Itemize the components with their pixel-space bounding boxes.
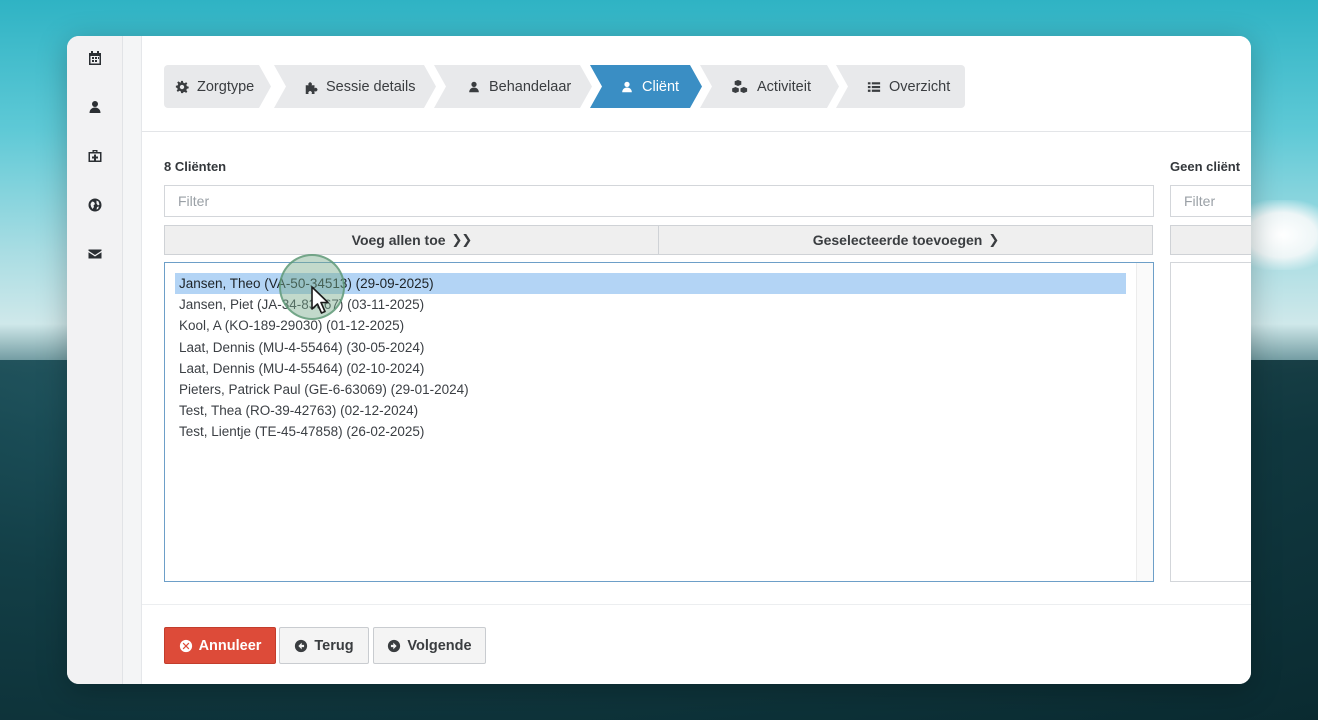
puzzle-icon — [304, 80, 318, 94]
step-behandelaar[interactable]: Behandelaar — [434, 65, 592, 108]
hand-pointer-icon — [311, 286, 329, 314]
main-content: Zorgtype Sessie details Behandelaar Clië… — [142, 36, 1251, 684]
arrow-circle-left-icon — [295, 639, 308, 652]
step-label: Zorgtype — [197, 78, 255, 95]
step-overzicht[interactable]: Overzicht — [836, 65, 965, 108]
client-option[interactable]: Laat, Dennis (MU-4-55464) (30-05-2024) — [175, 337, 1126, 358]
sidebar — [67, 36, 123, 684]
remove-buttons[interactable] — [1170, 225, 1251, 255]
sidebar-item-calendar[interactable] — [67, 38, 122, 78]
back-label: Terug — [314, 637, 354, 654]
envelope-icon — [88, 249, 101, 259]
client-option[interactable]: Test, Thea (RO-39-42763) (02-12-2024) — [175, 400, 1126, 421]
step-label: Overzicht — [889, 78, 951, 95]
available-count: 8 Cliënten — [164, 159, 227, 174]
user-icon — [89, 101, 100, 113]
step-label: Activiteit — [757, 78, 811, 95]
sidebar-item-globe[interactable] — [67, 185, 122, 225]
add-selected-label: Geselecteerde toevoegen — [812, 232, 983, 248]
step-label: Behandelaar — [489, 78, 572, 95]
add-all-label: Voeg allen toe — [351, 232, 446, 248]
arrow-circle-right-icon — [388, 639, 401, 652]
add-selected-button[interactable]: Geselecteerde toevoegen ❯ — [659, 225, 1153, 255]
step-client[interactable]: Cliënt — [590, 65, 702, 108]
step-zorgtype[interactable]: Zorgtype — [164, 65, 271, 108]
user-icon — [467, 80, 481, 94]
selected-count: Geen cliënt — [1170, 159, 1241, 174]
gear-icon — [175, 80, 189, 94]
next-label: Volgende — [407, 637, 472, 654]
back-button[interactable]: Terug — [279, 627, 369, 664]
add-all-button[interactable]: Voeg allen toe ❯❯ — [164, 225, 659, 255]
list-icon — [867, 80, 881, 94]
cancel-label: Annuleer — [198, 637, 262, 654]
next-button[interactable]: Volgende — [373, 627, 486, 664]
sidebar-item-messages[interactable] — [67, 234, 122, 274]
selected-client-list[interactable] — [1170, 262, 1251, 582]
globe-icon — [88, 198, 101, 212]
selected-filter-input[interactable] — [1170, 185, 1251, 217]
step-label: Sessie details — [326, 78, 416, 95]
footer-divider — [142, 604, 1251, 605]
list-scrollbar[interactable] — [1136, 263, 1153, 581]
step-sessie-details[interactable]: Sessie details — [274, 65, 436, 108]
client-option[interactable]: Test, Lientje (TE-45-47858) (26-02-2025) — [175, 421, 1126, 442]
user-icon — [620, 80, 634, 94]
double-chevron-right-icon: ❯❯ — [451, 232, 473, 247]
sidebar-item-medkit[interactable] — [67, 136, 122, 176]
sidebar-gutter — [123, 36, 142, 684]
client-option[interactable]: Laat, Dennis (MU-4-55464) (02-10-2024) — [175, 358, 1126, 379]
available-filter-input[interactable] — [164, 185, 1154, 217]
app-window: Zorgtype Sessie details Behandelaar Clië… — [67, 36, 1251, 684]
transfer-button-bar: Voeg allen toe ❯❯ Geselecteerde toevoege… — [164, 225, 1153, 255]
step-label: Cliënt — [642, 78, 680, 95]
medkit-icon — [88, 150, 101, 162]
chevron-right-icon: ❯ — [988, 232, 999, 247]
divider — [142, 131, 1251, 132]
cancel-button[interactable]: Annuleer — [164, 627, 276, 664]
times-circle-icon — [179, 639, 192, 652]
sidebar-item-user[interactable] — [67, 87, 122, 127]
calendar-icon — [88, 51, 101, 65]
cubes-icon — [731, 80, 749, 94]
client-option[interactable]: Pieters, Patrick Paul (GE-6-63069) (29-0… — [175, 379, 1126, 400]
step-activiteit[interactable]: Activiteit — [700, 65, 839, 108]
